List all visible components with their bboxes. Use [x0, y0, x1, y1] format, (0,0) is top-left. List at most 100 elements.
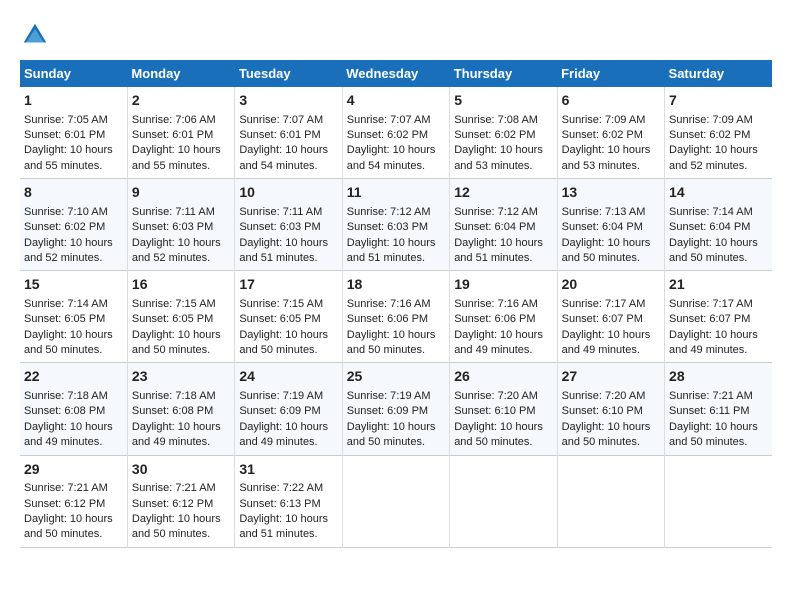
daylight-minutes: and 49 minutes. — [24, 436, 102, 448]
sunset: Sunset: 6:13 PM — [239, 498, 320, 510]
sunrise: Sunrise: 7:18 AM — [132, 390, 216, 402]
sunrise: Sunrise: 7:15 AM — [239, 298, 323, 310]
sunset: Sunset: 6:10 PM — [562, 405, 643, 417]
daylight-minutes: and 50 minutes. — [347, 436, 425, 448]
day-number: 9 — [132, 183, 230, 203]
daylight: Daylight: 10 hours — [347, 329, 436, 341]
sunset: Sunset: 6:07 PM — [562, 313, 643, 325]
daylight: Daylight: 10 hours — [132, 237, 221, 249]
daylight: Daylight: 10 hours — [24, 144, 113, 156]
day-number: 27 — [562, 367, 660, 387]
daylight: Daylight: 10 hours — [239, 513, 328, 525]
sunset: Sunset: 6:09 PM — [239, 405, 320, 417]
day-number: 21 — [669, 275, 768, 295]
daylight-minutes: and 49 minutes. — [562, 344, 640, 356]
header-wednesday: Wednesday — [342, 60, 449, 87]
cell-31: 31 Sunrise: 7:22 AM Sunset: 6:13 PM Dayl… — [235, 455, 342, 547]
day-number: 30 — [132, 460, 230, 480]
cell-26: 26 Sunrise: 7:20 AM Sunset: 6:10 PM Dayl… — [450, 363, 557, 455]
cell-24: 24 Sunrise: 7:19 AM Sunset: 6:09 PM Dayl… — [235, 363, 342, 455]
sunset: Sunset: 6:05 PM — [239, 313, 320, 325]
daylight: Daylight: 10 hours — [347, 237, 436, 249]
daylight: Daylight: 10 hours — [562, 421, 651, 433]
cell-14: 14 Sunrise: 7:14 AM Sunset: 6:04 PM Dayl… — [665, 179, 772, 271]
daylight: Daylight: 10 hours — [24, 329, 113, 341]
daylight-minutes: and 50 minutes. — [669, 252, 747, 264]
sunset: Sunset: 6:06 PM — [454, 313, 535, 325]
cell-13: 13 Sunrise: 7:13 AM Sunset: 6:04 PM Dayl… — [557, 179, 664, 271]
sunrise: Sunrise: 7:07 AM — [347, 114, 431, 126]
sunset: Sunset: 6:09 PM — [347, 405, 428, 417]
sunset: Sunset: 6:12 PM — [132, 498, 213, 510]
cell-9: 9 Sunrise: 7:11 AM Sunset: 6:03 PM Dayli… — [127, 179, 234, 271]
sunset: Sunset: 6:04 PM — [562, 221, 643, 233]
day-number: 18 — [347, 275, 445, 295]
cell-27: 27 Sunrise: 7:20 AM Sunset: 6:10 PM Dayl… — [557, 363, 664, 455]
daylight: Daylight: 10 hours — [669, 329, 758, 341]
day-number: 20 — [562, 275, 660, 295]
sunset: Sunset: 6:02 PM — [562, 129, 643, 141]
cell-30: 30 Sunrise: 7:21 AM Sunset: 6:12 PM Dayl… — [127, 455, 234, 547]
header-sunday: Sunday — [20, 60, 127, 87]
daylight: Daylight: 10 hours — [454, 237, 543, 249]
daylight-minutes: and 50 minutes. — [24, 528, 102, 540]
daylight: Daylight: 10 hours — [239, 237, 328, 249]
daylight: Daylight: 10 hours — [454, 329, 543, 341]
cell-empty — [665, 455, 772, 547]
daylight-minutes: and 50 minutes. — [454, 436, 532, 448]
sunset: Sunset: 6:05 PM — [24, 313, 105, 325]
week-row-4: 22 Sunrise: 7:18 AM Sunset: 6:08 PM Dayl… — [20, 363, 772, 455]
sunset: Sunset: 6:10 PM — [454, 405, 535, 417]
daylight-minutes: and 53 minutes. — [454, 160, 532, 172]
daylight-minutes: and 50 minutes. — [562, 252, 640, 264]
sunrise: Sunrise: 7:06 AM — [132, 114, 216, 126]
sunset: Sunset: 6:03 PM — [239, 221, 320, 233]
header-saturday: Saturday — [665, 60, 772, 87]
daylight: Daylight: 10 hours — [132, 144, 221, 156]
daylight-minutes: and 50 minutes. — [132, 344, 210, 356]
sunrise: Sunrise: 7:05 AM — [24, 114, 108, 126]
daylight: Daylight: 10 hours — [562, 329, 651, 341]
sunset: Sunset: 6:04 PM — [669, 221, 750, 233]
daylight: Daylight: 10 hours — [347, 421, 436, 433]
cell-20: 20 Sunrise: 7:17 AM Sunset: 6:07 PM Dayl… — [557, 271, 664, 363]
sunset: Sunset: 6:04 PM — [454, 221, 535, 233]
header-tuesday: Tuesday — [235, 60, 342, 87]
sunset: Sunset: 6:08 PM — [132, 405, 213, 417]
cell-21: 21 Sunrise: 7:17 AM Sunset: 6:07 PM Dayl… — [665, 271, 772, 363]
daylight: Daylight: 10 hours — [562, 237, 651, 249]
sunrise: Sunrise: 7:17 AM — [562, 298, 646, 310]
daylight-minutes: and 50 minutes. — [562, 436, 640, 448]
header-row: SundayMondayTuesdayWednesdayThursdayFrid… — [20, 60, 772, 87]
cell-15: 15 Sunrise: 7:14 AM Sunset: 6:05 PM Dayl… — [20, 271, 127, 363]
cell-2: 2 Sunrise: 7:06 AM Sunset: 6:01 PM Dayli… — [127, 87, 234, 179]
day-number: 13 — [562, 183, 660, 203]
daylight: Daylight: 10 hours — [239, 144, 328, 156]
daylight: Daylight: 10 hours — [669, 144, 758, 156]
sunrise: Sunrise: 7:13 AM — [562, 206, 646, 218]
sunset: Sunset: 6:03 PM — [132, 221, 213, 233]
sunrise: Sunrise: 7:17 AM — [669, 298, 753, 310]
week-row-3: 15 Sunrise: 7:14 AM Sunset: 6:05 PM Dayl… — [20, 271, 772, 363]
day-number: 8 — [24, 183, 123, 203]
cell-12: 12 Sunrise: 7:12 AM Sunset: 6:04 PM Dayl… — [450, 179, 557, 271]
sunrise: Sunrise: 7:15 AM — [132, 298, 216, 310]
sunrise: Sunrise: 7:21 AM — [24, 482, 108, 494]
daylight: Daylight: 10 hours — [24, 237, 113, 249]
daylight: Daylight: 10 hours — [239, 421, 328, 433]
logo — [20, 20, 54, 50]
cell-3: 3 Sunrise: 7:07 AM Sunset: 6:01 PM Dayli… — [235, 87, 342, 179]
sunrise: Sunrise: 7:11 AM — [239, 206, 322, 218]
daylight-minutes: and 50 minutes. — [132, 528, 210, 540]
daylight: Daylight: 10 hours — [347, 144, 436, 156]
day-number: 6 — [562, 91, 660, 111]
sunrise: Sunrise: 7:21 AM — [669, 390, 753, 402]
header-friday: Friday — [557, 60, 664, 87]
sunset: Sunset: 6:02 PM — [24, 221, 105, 233]
sunset: Sunset: 6:06 PM — [347, 313, 428, 325]
daylight-minutes: and 53 minutes. — [562, 160, 640, 172]
day-number: 23 — [132, 367, 230, 387]
cell-11: 11 Sunrise: 7:12 AM Sunset: 6:03 PM Dayl… — [342, 179, 449, 271]
daylight: Daylight: 10 hours — [669, 421, 758, 433]
sunset: Sunset: 6:07 PM — [669, 313, 750, 325]
